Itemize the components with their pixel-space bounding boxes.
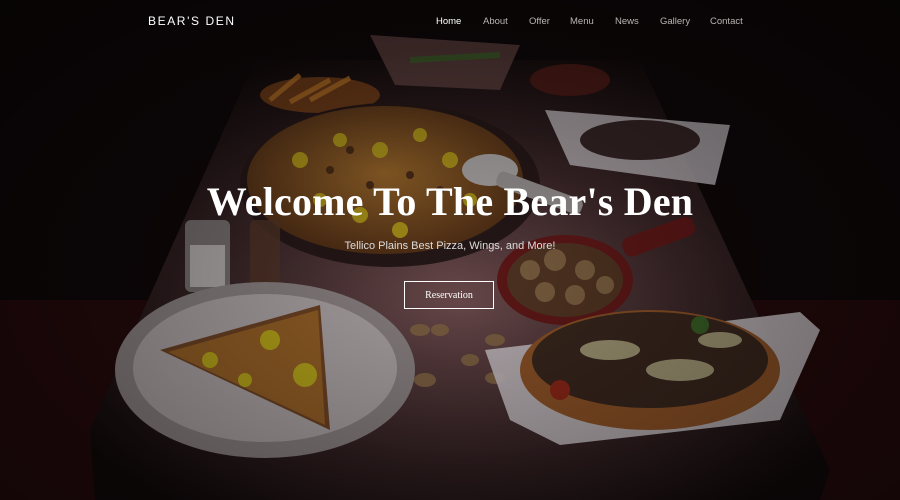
reservation-button[interactable]: Reservation xyxy=(404,281,494,309)
nav-item-home[interactable]: Home xyxy=(436,16,461,27)
nav-item-offer[interactable]: Offer xyxy=(529,16,550,27)
nav-item-contact[interactable]: Contact xyxy=(710,16,743,27)
hero-title: Welcome To The Bear's Den xyxy=(206,179,694,224)
top-navbar: BEAR'S DEN Home About Offer Menu News Ga… xyxy=(0,0,900,44)
nav-item-menu[interactable]: Menu xyxy=(570,16,594,27)
nav-item-about[interactable]: About xyxy=(483,16,508,27)
nav-item-news[interactable]: News xyxy=(615,16,639,27)
hero-subtitle: Tellico Plains Best Pizza, Wings, and Mo… xyxy=(344,240,556,252)
brand-logo[interactable]: BEAR'S DEN xyxy=(148,14,236,28)
nav-item-gallery[interactable]: Gallery xyxy=(660,16,690,27)
